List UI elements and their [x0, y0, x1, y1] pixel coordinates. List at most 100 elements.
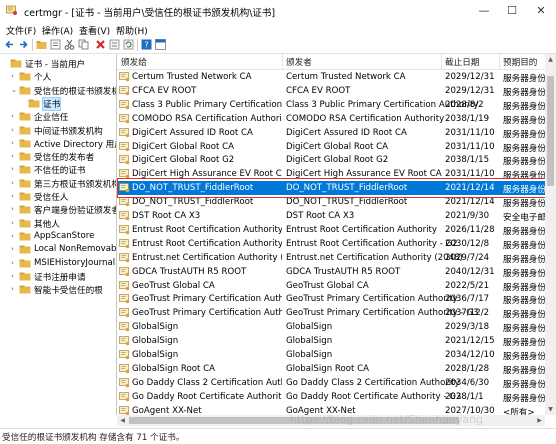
menu-action[interactable]: 操作(A)	[42, 24, 73, 37]
tree-item[interactable]: › 客户端身份验证颁发者	[0, 203, 116, 216]
back-icon[interactable]	[4, 39, 15, 50]
collapsed-chevron-icon[interactable]	[20, 99, 28, 107]
table-row[interactable]: GlobalSign Root CA GlobalSign Root CA 2028…	[117, 362, 545, 376]
table-row[interactable]: Certum Trusted Network CA Certum Trusted …	[117, 70, 545, 84]
expanded-chevron-icon[interactable]: ⌄	[11, 86, 19, 94]
table-row[interactable]: CFCA EV ROOTCFCA EV ROOT2029/12/31服务器身份验…	[117, 84, 545, 98]
table-row[interactable]: DigiCert Assured ID Root CA DigiCert Assu…	[117, 126, 545, 140]
tree-item[interactable]: ⌄ 受信任的根证书颁发机构	[0, 84, 116, 97]
tree-item[interactable]: 证书	[0, 96, 116, 111]
cell-purpose: 服务器身份验证	[503, 143, 545, 154]
collapsed-chevron-icon[interactable]: ›	[11, 165, 19, 173]
cell-expiration: 2028/1/28	[445, 363, 490, 374]
collapsed-chevron-icon[interactable]	[2, 59, 10, 67]
vertical-scrollbar[interactable]: ▲ ▼	[545, 54, 556, 415]
column-divider[interactable]	[441, 54, 442, 69]
table-row[interactable]: DigiCert High Assurance EV Root CA DigiCe…	[117, 167, 545, 181]
tree-item[interactable]: › 不信任的证书	[0, 163, 116, 176]
menu-view[interactable]: 查看(V)	[79, 24, 110, 37]
menu-help[interactable]: 帮助(H)	[116, 24, 148, 37]
tree-item[interactable]: › AppScanStore	[0, 230, 116, 243]
scroll-down-icon[interactable]: ▼	[545, 404, 556, 415]
table-row[interactable]: Entrust Root Certification Authority Entr…	[117, 223, 545, 237]
table-row[interactable]: COMODO RSA Certification Authority COMODO…	[117, 112, 545, 126]
refresh-icon[interactable]	[123, 39, 134, 50]
scroll-up-icon[interactable]: ▲	[545, 54, 556, 65]
table-row[interactable]: DO_NOT_TRUST_FiddlerRoot DO_NOT_TRUST_Fid…	[117, 195, 545, 209]
tree-item[interactable]: › Local NonRemovable Certificates	[0, 243, 116, 256]
cell-purpose: 服务器身份验证	[503, 74, 545, 84]
table-row[interactable]: GeoTrust Primary Certification Authority…	[117, 292, 545, 306]
collapsed-chevron-icon[interactable]: ›	[11, 259, 19, 267]
tree-item[interactable]: › 个人	[0, 70, 116, 83]
column-divider[interactable]	[282, 54, 283, 69]
collapsed-chevron-icon[interactable]: ›	[11, 205, 19, 213]
table-row[interactable]: Go Daddy Root Certificate Authority - G2…	[117, 390, 545, 404]
tree-item[interactable]: › 其他人	[0, 217, 116, 230]
tree-item[interactable]: › 证书注册申请	[0, 270, 116, 283]
table-row[interactable]: GDCA TrustAUTH R5 ROOT GDCA TrustAUTH R5 …	[117, 265, 545, 279]
vertical-scroll-thumb[interactable]	[547, 76, 554, 186]
close-button[interactable]: ✕	[527, 0, 555, 22]
collapsed-chevron-icon[interactable]: ›	[11, 179, 19, 187]
collapsed-chevron-icon[interactable]: ›	[11, 272, 19, 280]
table-row[interactable]: GeoTrust Global CA GeoTrust Global CA 2022…	[117, 279, 545, 293]
tree-item[interactable]: › 中间证书颁发机构	[0, 124, 116, 137]
tree-item[interactable]: › MSIEHistoryJournal	[0, 257, 116, 270]
collapsed-chevron-icon[interactable]: ›	[11, 72, 19, 80]
tree-item-label: 中间证书颁发机构	[34, 126, 103, 137]
properties-icon[interactable]	[50, 39, 61, 50]
table-row[interactable]: GlobalSignGlobalSign2021/12/15服务器身份验证	[117, 334, 545, 348]
column-purpose[interactable]: 预期目的	[503, 56, 537, 68]
collapsed-chevron-icon[interactable]: ›	[11, 152, 19, 160]
folder-up-icon[interactable]	[36, 39, 47, 50]
tree-item[interactable]: › 受信任的发布者	[0, 150, 116, 163]
collapsed-chevron-icon[interactable]: ›	[11, 192, 19, 200]
tree-item[interactable]: › 受信任人	[0, 190, 116, 203]
cell-issued-to: GlobalSign Root CA	[132, 363, 215, 374]
certificate-icon	[119, 350, 130, 360]
collapsed-chevron-icon[interactable]: ›	[11, 232, 19, 240]
table-row[interactable]: DO_NOT_TRUST_FiddlerRoot DO_NOT_TRUST_Fid…	[117, 181, 545, 196]
table-row[interactable]: GlobalSignGlobalSign2029/3/18服务器身份验证	[117, 320, 545, 334]
cell-purpose: 服务器身份验证	[503, 129, 545, 140]
collapsed-chevron-icon[interactable]: ›	[11, 285, 19, 293]
collapsed-chevron-icon[interactable]: ›	[11, 126, 19, 134]
column-expiration[interactable]: 截止日期	[445, 56, 479, 68]
cell-expiration: 2038/1/1	[445, 391, 484, 402]
tree-item[interactable]: › 第三方根证书颁发机构	[0, 177, 116, 190]
table-row[interactable]: DST Root CA X3 DST Root CA X3 2021/9/30 安全电…	[117, 209, 545, 223]
cell-issued-to: GlobalSign	[132, 350, 179, 360]
maximize-button[interactable]: ☐	[498, 0, 526, 22]
forward-icon[interactable]	[18, 39, 29, 50]
column-issued-to[interactable]: 颁发给	[121, 56, 147, 68]
column-divider[interactable]	[499, 54, 500, 69]
delete-icon[interactable]	[95, 39, 106, 50]
table-row[interactable]: DigiCert Global Root CA DigiCert Global R…	[117, 140, 545, 154]
help-icon[interactable]: ?	[141, 39, 152, 50]
table-row[interactable]: Class 3 Public Primary Certification Aut…	[117, 98, 545, 112]
menu-file[interactable]: 文件(F)	[6, 24, 36, 37]
table-row[interactable]: GlobalSignGlobalSign2034/12/10服务器身份验证	[117, 348, 545, 362]
export-icon[interactable]	[109, 39, 120, 50]
table-row[interactable]: Go Daddy Class 2 Certification Authority…	[117, 376, 545, 390]
scroll-right-icon[interactable]: ▶	[534, 415, 545, 426]
cut-icon[interactable]	[64, 39, 75, 50]
table-row[interactable]: Entrust.net Certification Authority (204…	[117, 251, 545, 265]
collapsed-chevron-icon[interactable]: ›	[11, 139, 19, 147]
table-row[interactable]: GeoTrust Primary Certification Authority…	[117, 306, 545, 320]
minimize-button[interactable]: —	[470, 0, 498, 22]
table-row[interactable]: DigiCert Global Root G2 DigiCert Global R…	[117, 153, 545, 167]
tree-item[interactable]: › Active Directory 用户对象	[0, 137, 116, 150]
collapsed-chevron-icon[interactable]: ›	[11, 245, 19, 253]
tree-item[interactable]: › 智能卡受信任的根	[0, 283, 116, 296]
collapsed-chevron-icon[interactable]: ›	[11, 219, 19, 227]
tree-item[interactable]: 证书 - 当前用户	[0, 57, 116, 70]
scroll-left-icon[interactable]: ◀	[117, 415, 128, 426]
copy-icon[interactable]	[78, 39, 89, 50]
collapsed-chevron-icon[interactable]: ›	[11, 112, 19, 120]
console-icon[interactable]	[155, 39, 166, 50]
tree-item[interactable]: › 企业信任	[0, 110, 116, 123]
table-row[interactable]: Entrust Root Certification Authority - G…	[117, 237, 545, 251]
column-issuer[interactable]: 颁发者	[286, 56, 312, 68]
